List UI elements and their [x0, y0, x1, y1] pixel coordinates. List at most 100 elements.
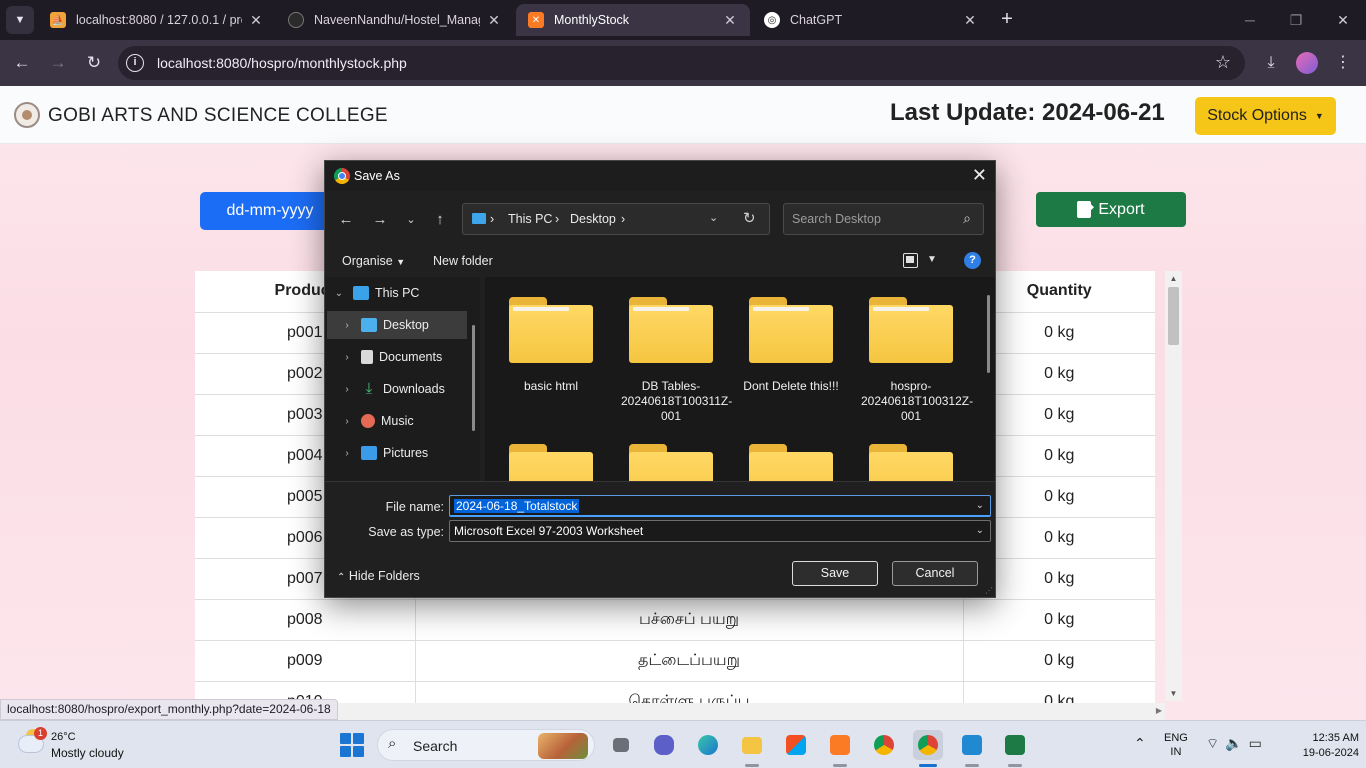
refresh-icon[interactable]: ↻	[743, 209, 756, 227]
cancel-button[interactable]: Cancel	[892, 561, 978, 586]
close-window-icon[interactable]: ✕	[1320, 6, 1366, 34]
hide-folders-button[interactable]: ⌃ Hide Folders	[337, 569, 420, 583]
nav-item-desktop[interactable]: › Desktop	[327, 311, 467, 339]
file-list-scrollbar[interactable]	[987, 295, 990, 373]
address-bar[interactable]: i localhost:8080/hospro/monthlystock.php…	[118, 46, 1245, 80]
taskbar-search[interactable]: ⌕ Search	[377, 729, 595, 761]
breadcrumb-chevron-icon[interactable]: ›	[621, 212, 625, 226]
chevron-down-icon[interactable]: ⌄	[976, 525, 984, 536]
folder-item[interactable]	[501, 444, 601, 481]
nav-item-pictures[interactable]: › Pictures	[327, 439, 467, 467]
up-folder-icon[interactable]: ↑	[429, 209, 451, 231]
breadcrumb-chevron-icon[interactable]: ›	[490, 212, 494, 226]
bookmark-star-icon[interactable]: ☆	[1215, 52, 1231, 73]
save-button[interactable]: Save	[792, 561, 878, 586]
tab-github[interactable]: NaveenNandhu/Hostel_Manage ✕	[276, 4, 514, 36]
close-dialog-icon[interactable]: ✕	[972, 165, 987, 186]
folder-item[interactable]	[621, 444, 721, 481]
breadcrumb-desktop[interactable]: Desktop	[570, 212, 616, 226]
site-info-icon[interactable]: i	[126, 54, 144, 72]
chevron-down-icon[interactable]: ⌄	[976, 500, 984, 511]
restore-icon[interactable]: ❐	[1273, 6, 1319, 34]
nav-item-this-pc[interactable]: ⌄ This PC	[325, 279, 465, 307]
system-clock[interactable]: 12:35 AM 19-06-2024	[1283, 731, 1359, 761]
menu-icon[interactable]: ⋮	[1330, 50, 1356, 76]
chevron-down-icon[interactable]: ⌄	[331, 288, 347, 299]
new-folder-button[interactable]: New folder	[433, 254, 493, 268]
tray-wifi-volume-battery-icons[interactable]: ⌔🔈▭	[1206, 735, 1268, 753]
table-horizontal-scrollbar[interactable]: ◀ ▶	[195, 703, 1165, 720]
brand-name[interactable]: GOBI ARTS AND SCIENCE COLLEGE	[48, 105, 388, 127]
vscode-icon[interactable]	[957, 730, 987, 767]
chevron-right-icon[interactable]: ›	[339, 448, 355, 459]
scroll-up-icon[interactable]: ▲	[1165, 274, 1182, 283]
organise-menu[interactable]: Organise ▼	[342, 254, 405, 268]
forward-icon[interactable]: →	[369, 209, 391, 231]
minimize-icon[interactable]: ─	[1227, 6, 1273, 34]
teams-chat-icon[interactable]	[649, 730, 679, 760]
recent-locations-icon[interactable]: ⌄	[400, 209, 422, 231]
xampp-icon[interactable]	[825, 730, 855, 767]
new-tab-button[interactable]: +	[996, 8, 1018, 32]
nav-item-music[interactable]: › Music	[327, 407, 467, 435]
chevron-up-icon[interactable]: ⌃	[1134, 735, 1146, 752]
language-indicator[interactable]: ENG IN	[1164, 731, 1188, 759]
tab-search-button[interactable]: ▼	[6, 6, 34, 34]
view-options-icon[interactable]	[903, 253, 918, 268]
file-name-value[interactable]: 2024-06-18_Totalstock	[454, 499, 580, 513]
microsoft-store-icon[interactable]	[781, 730, 811, 760]
address-url[interactable]: localhost:8080/hospro/monthlystock.php	[157, 55, 407, 71]
search-desktop-input[interactable]: Search Desktop ⌕	[783, 203, 984, 235]
weather-widget[interactable]: 1 26°C Mostly cloudy	[18, 727, 168, 763]
close-tab-icon[interactable]: ✕	[248, 12, 264, 29]
help-icon[interactable]: ?	[964, 252, 981, 269]
chevron-right-icon[interactable]: ›	[339, 384, 355, 395]
start-button[interactable]	[340, 733, 364, 757]
chrome-profile-icon[interactable]	[913, 730, 943, 767]
tab-chatgpt[interactable]: ◎ ChatGPT ✕	[752, 4, 990, 36]
export-button[interactable]: Export	[1036, 192, 1186, 227]
close-tab-icon[interactable]: ✕	[722, 12, 738, 29]
forward-icon[interactable]: →	[45, 50, 71, 76]
caret-down-icon[interactable]: ▼	[927, 254, 937, 265]
nav-pane-scrollbar[interactable]	[472, 325, 475, 431]
folder-item[interactable]	[741, 444, 841, 481]
folder-item[interactable]: DB Tables-20240618T100311Z-001	[621, 297, 732, 424]
file-explorer-icon[interactable]	[737, 730, 767, 767]
back-icon[interactable]: ←	[9, 50, 35, 76]
profile-avatar[interactable]	[1296, 52, 1318, 74]
tab-phpmyadmin[interactable]: ⛵ localhost:8080 / 127.0.0.1 / proc ✕	[38, 4, 276, 36]
nav-item-documents[interactable]: › Documents	[327, 343, 467, 371]
excel-icon[interactable]	[1000, 730, 1030, 767]
downloads-icon[interactable]: ⤓	[1258, 50, 1284, 76]
chrome-icon[interactable]	[869, 730, 899, 760]
breadcrumb-this-pc[interactable]: This PC	[508, 212, 552, 226]
chevron-right-icon[interactable]: ›	[339, 416, 355, 427]
folder-item[interactable]: hospro-20240618T100312Z-001	[861, 297, 973, 424]
scroll-right-icon[interactable]: ▶	[1156, 706, 1162, 715]
resize-grip-icon[interactable]: ⋰	[985, 586, 993, 595]
task-view-icon[interactable]	[606, 730, 636, 760]
folder-item[interactable]: Dont Delete this!!!	[741, 297, 841, 394]
close-tab-icon[interactable]: ✕	[962, 12, 978, 29]
reload-icon[interactable]: ↻	[81, 50, 107, 76]
edge-icon[interactable]	[693, 730, 723, 760]
chevron-down-icon[interactable]: ⌄	[709, 211, 718, 224]
nav-item-downloads[interactable]: › ⤓ Downloads	[327, 375, 467, 403]
back-icon[interactable]: ←	[335, 209, 357, 231]
folder-item[interactable]	[861, 444, 961, 481]
chevron-right-icon[interactable]: ›	[339, 320, 355, 331]
tab-monthlystock[interactable]: ✕ MonthlyStock ✕	[516, 4, 750, 36]
scroll-down-icon[interactable]: ▼	[1165, 689, 1182, 698]
address-breadcrumb[interactable]: › This PC › Desktop › ⌄ ↻	[462, 203, 770, 235]
breadcrumb-chevron-icon[interactable]: ›	[555, 212, 559, 226]
save-as-type-select[interactable]: Microsoft Excel 97-2003 Worksheet ⌄	[449, 520, 991, 542]
chevron-right-icon[interactable]: ›	[339, 352, 355, 363]
stock-options-button[interactable]: Stock Options ▼	[1195, 97, 1336, 135]
close-tab-icon[interactable]: ✕	[486, 12, 502, 29]
date-input[interactable]: dd-mm-yyyy	[200, 192, 340, 230]
table-vertical-scrollbar[interactable]: ▲ ▼	[1165, 271, 1182, 701]
scroll-thumb[interactable]	[1168, 287, 1179, 345]
folder-item[interactable]: basic html	[501, 297, 601, 394]
file-name-input[interactable]: 2024-06-18_Totalstock ⌄	[449, 495, 991, 517]
